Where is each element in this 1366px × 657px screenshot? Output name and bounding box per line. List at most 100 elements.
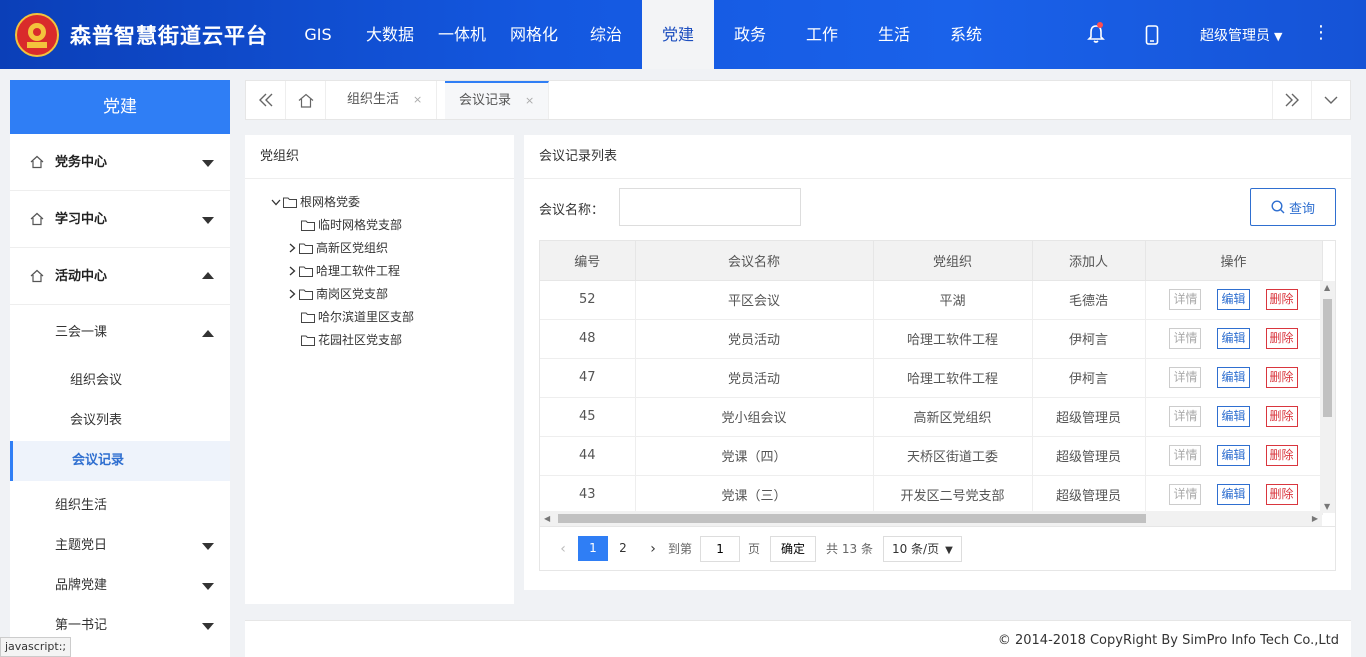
edit-button[interactable]: 编辑 <box>1217 328 1250 349</box>
tree-node-label: 哈理工软件工程 <box>316 264 401 278</box>
detail-button[interactable]: 详情 <box>1169 289 1202 310</box>
tree-node-label: 花园社区党支部 <box>318 333 403 347</box>
chevron-right-icon[interactable] <box>285 289 299 299</box>
folder-icon <box>301 220 315 231</box>
detail-button[interactable]: 详情 <box>1169 367 1202 388</box>
prev-page-icon[interactable]: ‹ <box>548 541 578 557</box>
detail-button[interactable]: 详情 <box>1169 406 1202 427</box>
sidebar-group-party-center[interactable]: 党务中心 <box>10 134 230 191</box>
tree-node[interactable]: 南岗区党支部 <box>285 283 388 305</box>
delete-button[interactable]: 删除 <box>1265 484 1298 505</box>
sidebar-item-org-meeting[interactable]: 组织会议 <box>10 361 230 401</box>
scroll-tabs-right-button[interactable] <box>1272 81 1312 119</box>
sidebar-item-meeting-record[interactable]: 会议记录 <box>10 441 230 481</box>
user-menu[interactable]: 超级管理员 ▼ <box>1200 25 1282 45</box>
delete-button[interactable]: 删除 <box>1265 445 1298 466</box>
scroll-left-icon[interactable]: ◀ <box>544 514 550 523</box>
caret-down-icon <box>202 623 214 630</box>
cell-actions: 详情 编辑 删除 <box>1144 436 1323 476</box>
sidebar-item-theme-day[interactable]: 主题党日 <box>10 526 230 566</box>
sidebar-item-meeting-list[interactable]: 会议列表 <box>10 401 230 441</box>
delete-button[interactable]: 删除 <box>1265 289 1298 310</box>
edit-button[interactable]: 编辑 <box>1217 289 1250 310</box>
goto-page-input[interactable] <box>700 535 741 562</box>
nav-work[interactable]: 工作 <box>786 0 858 69</box>
folder-icon <box>301 312 315 323</box>
chevron-down-icon[interactable] <box>269 199 283 206</box>
tree-node[interactable]: 花园社区党支部 <box>301 329 402 351</box>
page-size-select[interactable]: 10 条/页 ▼ <box>882 535 962 562</box>
table-header-row: 编号 会议名称 党组织 添加人 操作 <box>540 241 1323 281</box>
tree-node-label: 根网格党委 <box>300 195 361 209</box>
nav-gis[interactable]: GIS <box>282 0 354 69</box>
edit-button[interactable]: 编辑 <box>1217 445 1250 466</box>
scroll-up-icon[interactable]: ▲ <box>1324 283 1330 292</box>
delete-button[interactable]: 删除 <box>1265 328 1298 349</box>
scroll-down-icon[interactable]: ▼ <box>1324 502 1330 511</box>
mobile-icon[interactable] <box>1145 25 1159 45</box>
cell-actions: 详情 编辑 删除 <box>1144 358 1323 398</box>
nav-affairs[interactable]: 政务 <box>714 0 786 69</box>
sidebar-item-org-life[interactable]: 组织生活 <box>10 486 230 526</box>
sidebar-item-brand-party[interactable]: 品牌党建 <box>10 566 230 606</box>
detail-button[interactable]: 详情 <box>1169 328 1202 349</box>
cell-adder: 毛德浩 <box>1032 280 1146 320</box>
vertical-scrollbar[interactable]: ▲ ▼ <box>1320 281 1335 513</box>
query-button[interactable]: 查询 <box>1250 188 1336 226</box>
home-tab-button[interactable] <box>286 81 326 119</box>
sidebar-group-study-center[interactable]: 学习中心 <box>10 191 230 248</box>
nav-big-data[interactable]: 大数据 <box>354 0 426 69</box>
cell-org: 高新区党组织 <box>873 397 1033 437</box>
chevron-right-icon[interactable] <box>285 243 299 253</box>
tab-org-life[interactable]: 组织生活 × <box>333 81 438 119</box>
sidebar-group-activity-center[interactable]: 活动中心 <box>10 248 230 305</box>
close-icon[interactable]: × <box>413 93 422 106</box>
table-row: 47 党员活动 哈理工软件工程 伊柯言 详情 编辑 删除 <box>540 358 1323 398</box>
tree-node[interactable]: 哈理工软件工程 <box>285 260 400 282</box>
goto-confirm-button[interactable]: 确定 <box>770 535 817 562</box>
column-header: 党组织 <box>873 241 1033 281</box>
tree-node-root[interactable]: 根网格党委 <box>269 191 360 213</box>
tab-options-button[interactable] <box>1311 81 1351 119</box>
scrollbar-thumb[interactable] <box>1323 299 1332 417</box>
bell-icon[interactable] <box>1087 24 1105 44</box>
caret-down-icon <box>202 543 214 550</box>
scroll-right-icon[interactable]: ▶ <box>1312 514 1318 523</box>
next-page-icon[interactable]: › <box>638 541 668 557</box>
sidebar-item-label: 第一书记 <box>55 618 108 633</box>
detail-button[interactable]: 详情 <box>1169 484 1202 505</box>
cell-actions: 详情 编辑 删除 <box>1144 280 1323 320</box>
delete-button[interactable]: 删除 <box>1265 406 1298 427</box>
tab-meeting-record[interactable]: 会议记录 × <box>445 81 550 119</box>
edit-button[interactable]: 编辑 <box>1217 484 1250 505</box>
delete-button[interactable]: 删除 <box>1265 367 1298 388</box>
nav-kiosk[interactable]: 一体机 <box>426 0 498 69</box>
cell-id: 44 <box>540 436 636 476</box>
emblem-logo <box>15 13 59 57</box>
tree-node[interactable]: 哈尔滨道里区支部 <box>301 306 414 328</box>
nav-system[interactable]: 系统 <box>930 0 1002 69</box>
meeting-name-input[interactable] <box>619 188 801 226</box>
horizontal-scrollbar[interactable]: ◀ ▶ <box>540 511 1322 526</box>
more-vertical-icon[interactable]: ⋮ <box>1312 22 1330 43</box>
edit-button[interactable]: 编辑 <box>1217 367 1250 388</box>
caret-up-icon <box>202 330 214 337</box>
tree-node[interactable]: 高新区党组织 <box>285 237 388 259</box>
status-bar-tooltip: javascript:; <box>0 637 72 657</box>
page-number[interactable]: 1 <box>578 536 608 561</box>
nav-party[interactable]: 党建 <box>642 0 714 69</box>
scrollbar-thumb[interactable] <box>558 514 1146 523</box>
meeting-record-panel: 会议记录列表 会议名称： 查询 编号 会议名称 党组织 添加人 操作 52 平区会… <box>524 135 1351 590</box>
cell-org: 开发区二号党支部 <box>873 475 1033 515</box>
scroll-tabs-left-button[interactable] <box>246 81 286 119</box>
nav-life[interactable]: 生活 <box>858 0 930 69</box>
chevron-right-icon[interactable] <box>285 266 299 276</box>
edit-button[interactable]: 编辑 <box>1217 406 1250 427</box>
nav-grid[interactable]: 网格化 <box>498 0 570 69</box>
close-icon[interactable]: × <box>525 94 534 107</box>
tree-node[interactable]: 临时网格党支部 <box>301 214 402 236</box>
detail-button[interactable]: 详情 <box>1169 445 1202 466</box>
page-number[interactable]: 2 <box>608 536 638 561</box>
nav-governance[interactable]: 综治 <box>570 0 642 69</box>
sidebar-subgroup-three-meetings[interactable]: 三会一课 <box>10 313 230 353</box>
